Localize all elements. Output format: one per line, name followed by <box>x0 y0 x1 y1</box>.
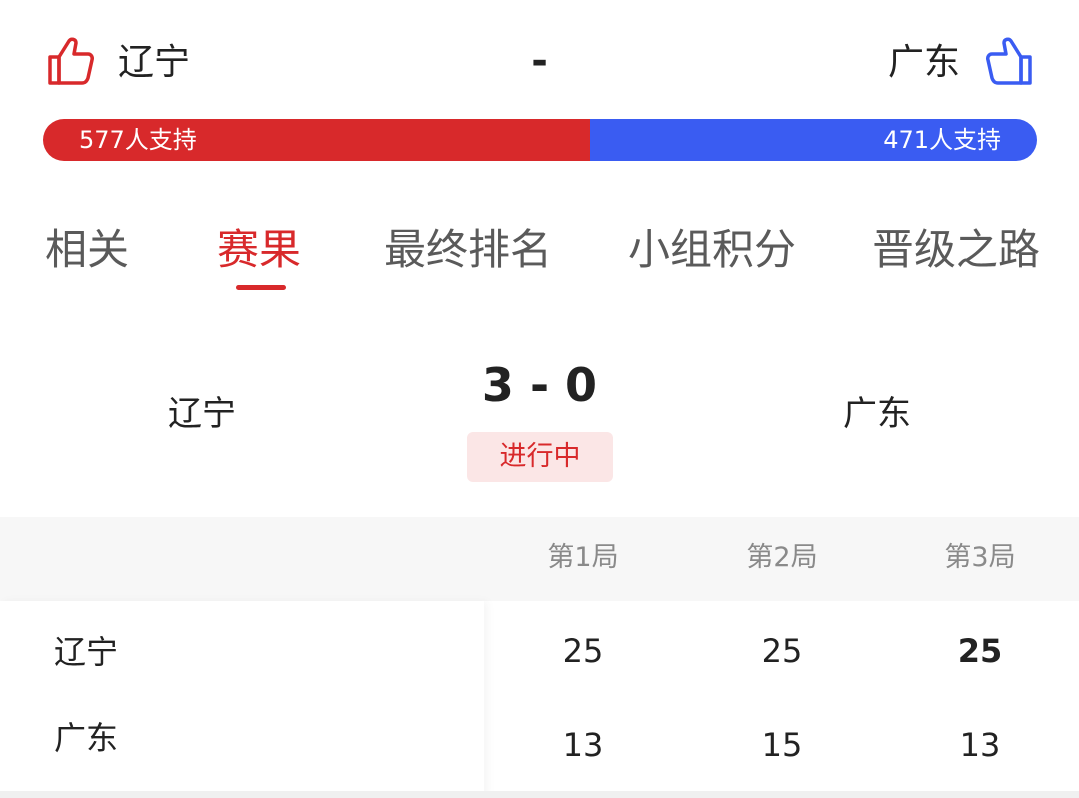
table-header: 第1局 第2局 第3局 <box>0 517 1079 601</box>
vote-header: 辽宁 - 广东 <box>0 0 1079 118</box>
team-column: 辽宁 广东 <box>0 601 484 798</box>
away-support-label: 471人支持 <box>883 126 1001 154</box>
row-team-name: 辽宁 <box>54 633 119 671</box>
set-score-cell: 13 <box>959 726 1001 764</box>
status-badge: 进行中 <box>467 432 613 482</box>
match-away-team: 广东 <box>843 394 911 434</box>
home-support-label: 577人支持 <box>79 126 197 154</box>
set-score-cell: 25 <box>562 632 604 670</box>
column-header: 第2局 <box>746 542 818 573</box>
row-team-name: 广东 <box>54 719 119 757</box>
tab-bar: 相关 赛果 最终排名 小组积分 晋级之路 <box>0 222 1079 302</box>
column-header: 第3局 <box>944 542 1016 573</box>
tab-related[interactable]: 相关 <box>45 222 129 278</box>
tab-group-points[interactable]: 小组积分 <box>628 222 796 278</box>
match-score: 3 - 0 <box>481 358 598 412</box>
set-score-cell: 25 <box>761 632 803 670</box>
set-score-cell: 13 <box>562 726 604 764</box>
set-score-cell: 25 <box>957 632 1003 670</box>
tab-final-ranking[interactable]: 最终排名 <box>384 222 552 278</box>
sets-score-table: 第1局 第2局 第3局 辽宁 广东 25 25 25 13 15 13 <box>0 517 1079 798</box>
away-team-name: 广东 <box>888 42 961 83</box>
set-score-cell: 15 <box>761 726 803 764</box>
active-tab-indicator <box>236 285 286 290</box>
bottom-divider <box>0 791 1079 798</box>
column-header: 第1局 <box>547 542 619 573</box>
tab-results[interactable]: 赛果 <box>217 222 301 278</box>
thumbs-up-icon[interactable] <box>980 33 1036 89</box>
tab-advancement-path[interactable]: 晋级之路 <box>872 222 1040 278</box>
